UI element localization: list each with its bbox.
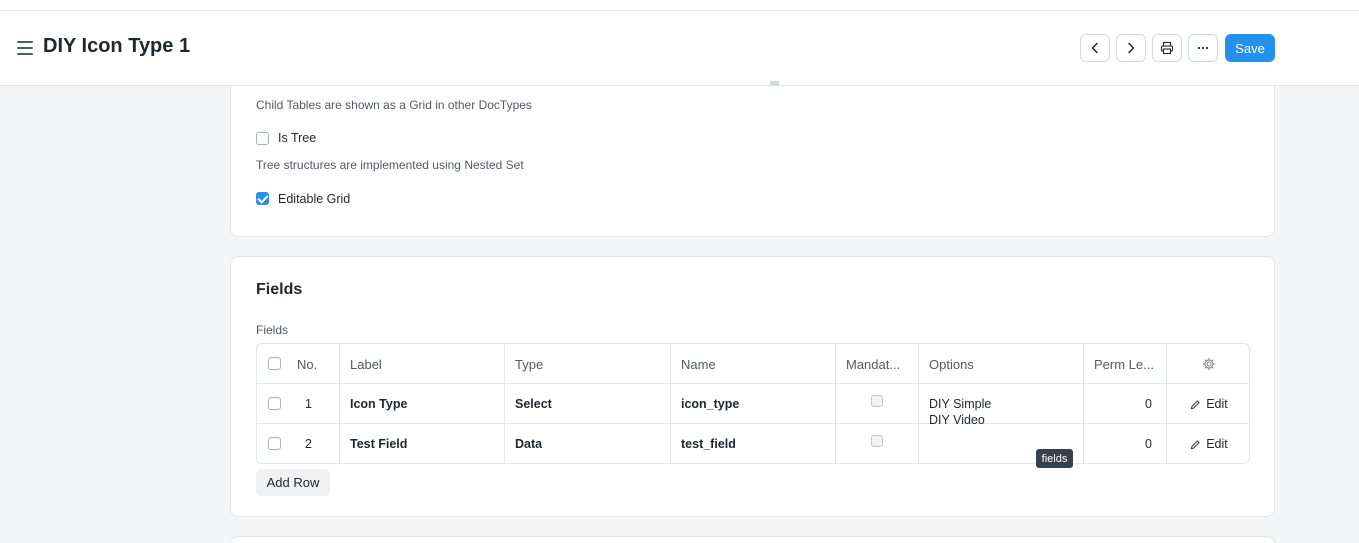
printer-icon (1160, 41, 1174, 55)
row-number: 2 (305, 437, 312, 451)
pencil-icon (1190, 439, 1200, 449)
page-title: DIY Icon Type 1 (43, 35, 191, 57)
col-label: Label (340, 344, 505, 384)
more-actions-button[interactable] (1188, 34, 1218, 62)
tooltip: fields (1036, 449, 1073, 468)
option-line: DIY Simple (929, 397, 992, 411)
editable-grid-label: Editable Grid (278, 192, 351, 206)
col-perm-level: Perm Le... (1084, 344, 1167, 384)
col-no: No. (297, 356, 318, 372)
ellipsis-icon (1197, 46, 1209, 50)
cell-type[interactable]: Data (505, 424, 671, 463)
gear-icon[interactable] (1202, 357, 1216, 371)
collapsed-indicator (770, 81, 779, 86)
cell-perm-level[interactable]: 0 (1084, 384, 1167, 424)
is-tree-checkbox[interactable] (256, 132, 269, 145)
col-mandatory: Mandat... (836, 344, 919, 384)
chevron-left-icon (1091, 42, 1098, 54)
add-row-button[interactable]: Add Row (256, 469, 330, 496)
editable-grid-checkbox[interactable] (256, 192, 269, 205)
next-card (230, 536, 1275, 543)
fields-grid-label: Fields (256, 323, 289, 337)
prev-doc-button[interactable] (1080, 34, 1110, 62)
col-type: Type (505, 344, 671, 384)
edit-label: Edit (1206, 437, 1228, 451)
hamburger-menu-icon[interactable] (17, 41, 33, 55)
cell-options[interactable]: DIY Simple DIY Video (919, 384, 1084, 424)
cell-mandatory[interactable] (836, 424, 919, 463)
cell-type[interactable]: Select (505, 384, 671, 424)
child-table-description: Child Tables are shown as a Grid in othe… (256, 98, 532, 112)
header-select-cell: No. (257, 344, 340, 384)
table-row[interactable]: 2 Test Field Data test_field 0 Edit (257, 424, 1249, 463)
mandatory-checkbox[interactable] (871, 435, 883, 447)
is-tree-label: Is Tree (278, 131, 317, 145)
cell-label[interactable]: Icon Type (340, 384, 505, 424)
settings-card: Child Tables are shown as a Grid in othe… (230, 62, 1275, 237)
top-strip (0, 0, 1359, 11)
row-checkbox[interactable] (268, 437, 281, 450)
option-line: DIY Video (929, 413, 985, 424)
row-select-cell: 2 (257, 424, 340, 463)
cell-perm-level[interactable]: 0 (1084, 424, 1167, 463)
edit-label: Edit (1206, 397, 1228, 411)
tree-description: Tree structures are implemented using Ne… (256, 158, 524, 172)
grid-header: No. Label Type Name Mandat... Options Pe… (257, 344, 1249, 384)
fields-card: Fields Fields No. Label Type Name Mandat… (230, 256, 1275, 517)
col-options: Options (919, 344, 1084, 384)
page-header: DIY Icon Type 1 Save (0, 11, 1359, 86)
section-title: Fields (256, 281, 303, 298)
fields-grid: No. Label Type Name Mandat... Options Pe… (256, 343, 1250, 464)
print-button[interactable] (1152, 34, 1182, 62)
save-button[interactable]: Save (1225, 34, 1275, 62)
cell-mandatory[interactable] (836, 384, 919, 424)
table-row[interactable]: 1 Icon Type Select icon_type DIY Simple … (257, 384, 1249, 424)
col-name: Name (671, 344, 836, 384)
select-all-checkbox[interactable] (268, 357, 281, 370)
row-checkbox[interactable] (268, 397, 281, 410)
chevron-right-icon (1128, 42, 1135, 54)
cell-name[interactable]: icon_type (671, 384, 836, 424)
edit-row-button[interactable]: Edit (1167, 384, 1249, 424)
cell-label[interactable]: Test Field (340, 424, 505, 463)
next-doc-button[interactable] (1116, 34, 1146, 62)
options-text: DIY Simple DIY Video (919, 384, 1083, 424)
edit-row-button[interactable]: Edit (1167, 424, 1249, 463)
grid-settings-cell[interactable] (1167, 344, 1249, 384)
cell-name[interactable]: test_field (671, 424, 836, 463)
pencil-icon (1190, 399, 1200, 409)
row-select-cell: 1 (257, 384, 340, 424)
row-number: 1 (305, 397, 312, 411)
mandatory-checkbox[interactable] (871, 395, 883, 407)
